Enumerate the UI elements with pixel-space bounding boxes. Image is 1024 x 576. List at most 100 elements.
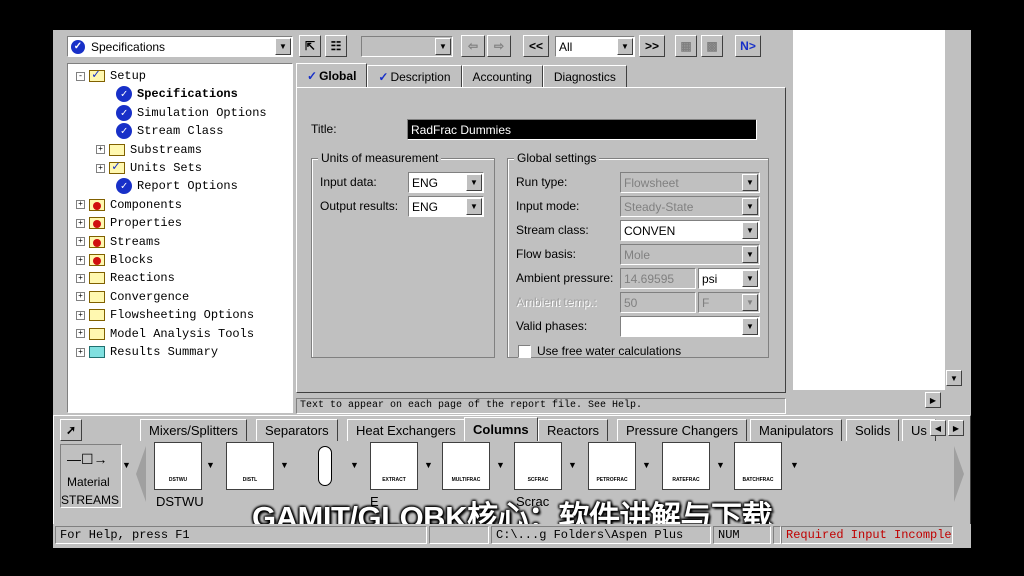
chevron-down-icon[interactable]: ▼ [742,222,758,239]
expand-icon[interactable]: + [76,347,85,357]
chevron-down-icon[interactable]: ▼ [206,460,215,470]
output-results-select[interactable]: ENG ▼ [408,196,484,217]
flow-basis-select[interactable]: Mole ▼ [620,244,760,265]
model-petrofrac[interactable]: PETROFRAC [588,442,636,490]
chevron-down-icon[interactable]: ▼ [466,198,482,215]
status-button[interactable]: ▦ [675,35,697,57]
chevron-down-icon[interactable]: ▼ [790,460,799,470]
tree-item[interactable]: + Convergence [76,288,189,306]
tree-item[interactable]: - Setup [76,67,146,85]
radfrac-column-icon[interactable] [312,438,338,494]
chevron-down-icon[interactable]: ▼ [275,38,291,55]
tree-item[interactable]: ✓ Simulation Options [116,104,267,122]
chevron-down-icon[interactable]: ▼ [466,174,482,191]
valid-phases-select[interactable]: ▼ [620,316,760,337]
tab-reactors[interactable]: Reactors [538,419,609,441]
chevron-down-icon[interactable]: ▼ [642,460,651,470]
ambient-pressure-unit-select[interactable]: psi ▼ [698,268,760,289]
free-water-checkbox[interactable] [518,345,531,358]
chevron-down-icon[interactable]: ▼ [742,174,758,191]
chevron-down-icon[interactable]: ▼ [424,460,433,470]
previous-button[interactable]: << [523,35,549,57]
expand-icon[interactable]: + [76,310,85,320]
tab-accounting[interactable]: Accounting [461,65,543,87]
chevron-down-icon[interactable]: ▼ [742,270,758,287]
expand-icon[interactable]: + [76,329,85,339]
tab-global[interactable]: ✓ Global [296,63,368,87]
results-button[interactable]: ▩ [701,35,723,57]
tabs-scroll-right[interactable]: ▶ [948,420,964,436]
chevron-down-icon[interactable]: ▼ [496,460,505,470]
scroll-down-button[interactable]: ▼ [946,370,962,386]
next-input-button[interactable]: N> [735,35,761,57]
model-ratefrac[interactable]: RATEFRAC [662,442,710,490]
input-mode-select[interactable]: Steady-State ▼ [620,196,760,217]
model-multifrac[interactable]: MULTIFRAC [442,442,490,490]
expand-icon[interactable]: + [76,237,85,247]
chevron-down-icon[interactable]: ▼ [716,460,725,470]
expand-icon[interactable]: + [96,163,105,173]
chevron-down-icon[interactable]: ▼ [568,460,577,470]
tree-item[interactable]: + Model Analysis Tools [76,325,254,343]
chevron-down-icon[interactable]: ▼ [280,460,289,470]
nav-filter-select[interactable]: All ▼ [555,36,635,57]
tree-item[interactable]: ✓ Specifications [116,85,238,103]
model-extract[interactable]: EXTRACT [370,442,418,490]
chevron-down-icon[interactable]: ▼ [742,198,758,215]
scroll-right-button[interactable]: ▶ [925,392,941,408]
run-type-select[interactable]: Flowsheet ▼ [620,172,760,193]
tab-columns[interactable]: Columns [464,417,538,441]
tree-view-button[interactable]: ☷ [325,35,347,57]
tree-item[interactable]: + Components [76,196,182,214]
chevron-down-icon[interactable]: ▼ [122,460,131,470]
title-input[interactable]: RadFrac Dummies [407,119,757,140]
model-scfrac[interactable]: SCFRAC [514,442,562,490]
tab-pressure-changers[interactable]: Pressure Changers [617,419,747,441]
model-dstwu[interactable]: DSTWU [154,442,202,490]
expand-icon[interactable]: + [76,218,85,228]
ambient-temp-unit-select[interactable]: F ▼ [698,292,760,313]
tree-item[interactable]: ✓ Stream Class [116,122,223,140]
form-selector[interactable]: ✓ Specifications ▼ [67,36,293,57]
tab-mixers-splitters[interactable]: Mixers/Splitters [140,419,247,441]
tree-item[interactable]: + Flowsheeting Options [76,306,254,324]
chevron-down-icon[interactable]: ▼ [435,38,451,55]
vertical-scrollbar[interactable]: ▼ [945,30,963,390]
ambient-temp-input[interactable]: 50 [620,292,696,313]
tab-heat-exchangers[interactable]: Heat Exchangers [347,419,465,441]
expand-icon[interactable]: + [96,145,105,155]
tab-solids[interactable]: Solids [846,419,900,441]
tree-item[interactable]: + Properties [76,214,182,232]
tree-item[interactable]: + Substreams [96,141,202,159]
chevron-down-icon[interactable]: ▼ [617,38,633,55]
stream-class-select[interactable]: CONVEN ▼ [620,220,760,241]
tab-diagnostics[interactable]: Diagnostics [542,65,627,87]
back-button[interactable]: ⇦ [461,35,485,57]
tab-description[interactable]: ✓ Description [367,65,462,87]
expand-icon[interactable]: + [76,273,85,283]
object-selector[interactable]: ▼ [361,36,453,57]
forward-button[interactable]: ⇨ [487,35,511,57]
tabs-scroll-left[interactable]: ◀ [930,420,946,436]
chevron-down-icon[interactable]: ▼ [742,246,758,263]
tree-item[interactable]: ✓ Report Options [116,177,238,195]
input-data-select[interactable]: ENG ▼ [408,172,484,193]
tree-item[interactable]: + Blocks [76,251,153,269]
tree-item[interactable]: + Reactions [76,269,175,287]
tree-item[interactable]: + Units Sets [96,159,202,177]
expand-icon[interactable]: + [76,255,85,265]
chevron-down-icon[interactable]: ▼ [742,294,758,311]
folder-up-button[interactable]: ⇱ [299,35,321,57]
expand-icon[interactable]: + [76,200,85,210]
model-distl[interactable]: DISTL [226,442,274,490]
expand-icon[interactable]: + [76,292,85,302]
model-batchfrac[interactable]: BATCHFRAC [734,442,782,490]
next-button[interactable]: >> [639,35,665,57]
tree-item[interactable]: + Streams [76,233,160,251]
ambient-pressure-input[interactable]: 14.69595 [620,268,696,289]
tab-manipulators[interactable]: Manipulators [750,419,843,441]
chevron-down-icon[interactable]: ▼ [350,460,359,470]
tree-item[interactable]: + Results Summary [76,343,218,361]
collapse-icon[interactable]: - [76,71,85,81]
chevron-down-icon[interactable]: ▼ [742,318,758,335]
